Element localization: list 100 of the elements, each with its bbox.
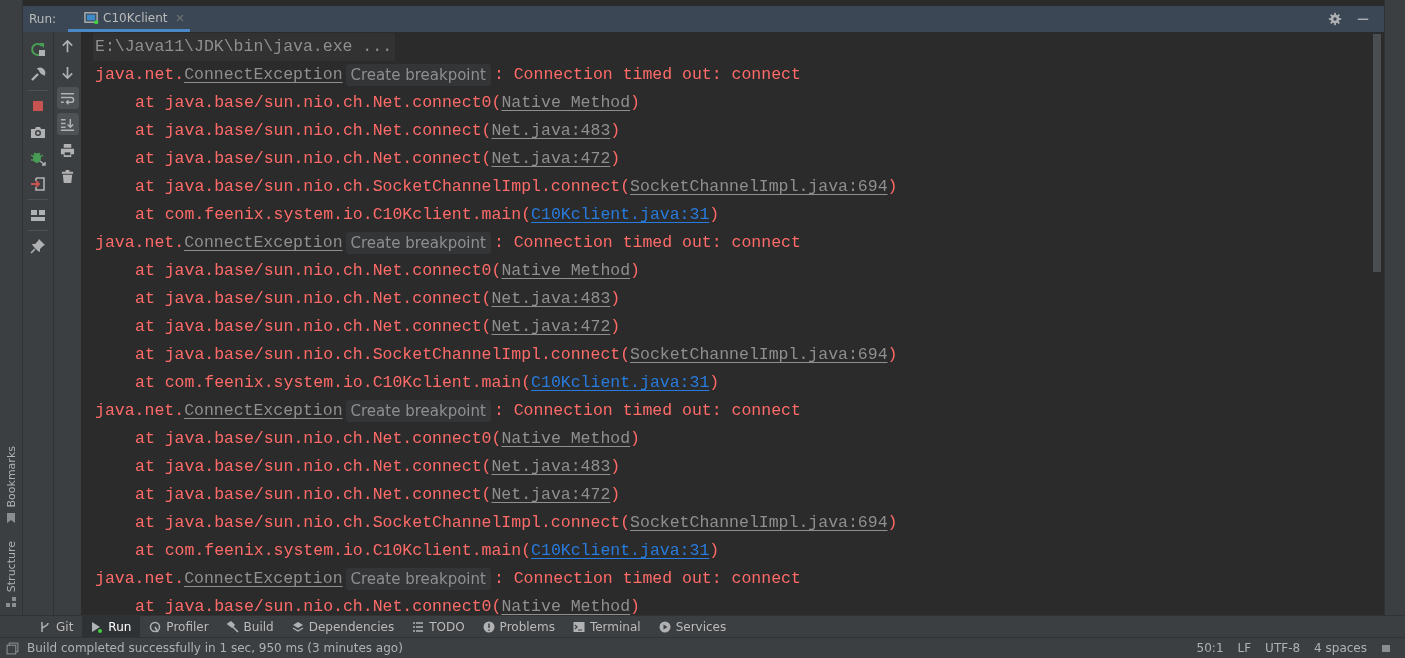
down-arrow-icon <box>60 64 75 80</box>
stack-frame-text: at java.base/sun.nio.ch.Net.connect( <box>135 316 492 338</box>
stack-frame-text: at java.base/sun.nio.ch.Net.connect0( <box>135 428 502 450</box>
settings-icon[interactable] <box>1328 12 1342 26</box>
status-item[interactable]: 50:1 <box>1196 641 1224 655</box>
scroll-to-end-icon <box>60 116 75 132</box>
source-link[interactable]: SocketChannelImpl.java:694 <box>630 341 888 369</box>
source-link[interactable]: Net.java:472 <box>491 145 611 173</box>
stack-frame-text: ) <box>709 540 720 562</box>
exception-link[interactable]: ConnectException <box>184 229 343 257</box>
status-item[interactable]: 4 spaces <box>1314 641 1367 655</box>
stack-frame-text: ) <box>887 176 898 198</box>
stack-frame-text: ) <box>630 428 640 450</box>
create-breakpoint-button[interactable]: Create breakpoint <box>345 400 491 422</box>
stack-frame-text: ) <box>610 288 621 310</box>
profiler-icon <box>149 620 162 633</box>
status-item[interactable]: LF <box>1237 641 1252 655</box>
list-icon <box>412 620 425 633</box>
stack-frame-text: at java.base/sun.nio.ch.Net.connect( <box>135 484 492 506</box>
exit-icon[interactable] <box>30 176 46 192</box>
tool-window-tab[interactable]: TODO <box>403 616 474 637</box>
stack-frame-text: ) <box>610 484 621 506</box>
structure-icon <box>6 597 16 607</box>
source-link[interactable]: SocketChannelImpl.java:694 <box>630 173 888 201</box>
bookmark-icon <box>6 512 16 523</box>
console-icon <box>84 10 100 25</box>
tool-window-tab[interactable]: Git <box>30 616 83 637</box>
exception-link[interactable]: ConnectException <box>184 61 343 89</box>
source-link[interactable]: C10Kclient.java:31 <box>531 537 710 565</box>
stack-frame-text: at com.feenix.system.io.C10Kclient.main( <box>135 540 532 562</box>
stack-frame-text: ) <box>630 92 640 114</box>
layout-icon[interactable] <box>30 207 46 223</box>
print-icon <box>60 142 75 158</box>
exception-text: java.net. <box>95 400 185 422</box>
source-link[interactable]: C10Kclient.java:31 <box>531 201 710 229</box>
toolbar-toggle[interactable] <box>56 113 79 135</box>
camera-icon[interactable] <box>30 124 46 140</box>
rerun-icon[interactable] <box>30 41 46 57</box>
source-link[interactable]: Net.java:472 <box>491 481 611 509</box>
side-tab[interactable]: Structure <box>0 540 22 607</box>
hammer-icon <box>226 620 239 633</box>
stack-frame-text: at java.base/sun.nio.ch.SocketChannelImpl.connect( <box>135 512 631 534</box>
stack-frame-text: ) <box>887 512 898 534</box>
source-link[interactable]: Native Method <box>501 89 631 117</box>
stack-frame-text: ) <box>610 120 621 142</box>
tool-window-tab[interactable]: Build <box>217 616 283 637</box>
source-link[interactable]: Net.java:483 <box>491 285 611 313</box>
stop-icon[interactable] <box>30 98 46 114</box>
play-icon <box>91 620 104 633</box>
pin-icon[interactable] <box>30 238 46 254</box>
stack-frame-text: ) <box>709 204 720 226</box>
toolbar-toggle[interactable] <box>56 87 79 109</box>
source-link[interactable]: Net.java:483 <box>491 117 611 145</box>
scrollbar-thumb[interactable] <box>1373 34 1381 272</box>
bug-icon[interactable] <box>30 150 46 166</box>
create-breakpoint-button[interactable]: Create breakpoint <box>345 64 491 86</box>
source-link[interactable]: Native Method <box>501 425 631 453</box>
soft-wrap-icon <box>60 90 75 106</box>
exception-message: : Connection timed out: connect <box>493 64 801 86</box>
source-link[interactable]: Native Method <box>501 257 631 285</box>
stack-frame-text: at java.base/sun.nio.ch.Net.connect( <box>135 120 492 142</box>
exception-text: java.net. <box>95 232 185 254</box>
exception-message: : Connection timed out: connect <box>493 568 801 590</box>
window-icon[interactable] <box>6 641 19 655</box>
trash-icon <box>60 168 75 184</box>
stack-frame-text: ) <box>610 316 621 338</box>
stack-frame-text: at java.base/sun.nio.ch.SocketChannelImpl.connect( <box>135 344 631 366</box>
status-item[interactable]: UTF-8 <box>1265 641 1301 655</box>
branch-icon <box>39 620 51 633</box>
stack-frame-text: at java.base/sun.nio.ch.SocketChannelImpl.connect( <box>135 176 631 198</box>
up-arrow-icon <box>60 38 75 54</box>
panel-label: Run: <box>28 12 58 26</box>
side-tab[interactable]: Bookmarks <box>0 446 22 523</box>
tool-window-tab[interactable]: Profiler <box>140 616 218 637</box>
exception-link[interactable]: ConnectException <box>184 565 343 593</box>
source-link[interactable]: Net.java:472 <box>491 313 611 341</box>
stack-frame-text: ) <box>610 148 621 170</box>
source-link[interactable]: C10Kclient.java:31 <box>531 369 710 397</box>
source-link[interactable]: SocketChannelImpl.java:694 <box>630 509 888 537</box>
tool-window-tab[interactable]: Terminal <box>563 616 650 637</box>
services-icon <box>658 620 671 633</box>
exception-text: java.net. <box>95 568 185 590</box>
stack-frame-text: at java.base/sun.nio.ch.Net.connect( <box>135 456 492 478</box>
layers-icon <box>291 620 304 633</box>
source-link[interactable]: Native Method <box>501 593 631 615</box>
tool-window-tab[interactable]: Services <box>649 616 736 637</box>
exception-message: : Connection timed out: connect <box>493 232 801 254</box>
stack-frame-text: at com.feenix.system.io.C10Kclient.main( <box>135 372 532 394</box>
source-link[interactable]: Net.java:483 <box>491 453 611 481</box>
tool-window-tab[interactable]: Problems <box>473 616 564 637</box>
create-breakpoint-button[interactable]: Create breakpoint <box>345 232 491 254</box>
tool-window-tab[interactable]: Dependencies <box>282 616 404 637</box>
tool-window-tab[interactable]: Run <box>82 616 141 637</box>
stack-frame-text: at java.base/sun.nio.ch.Net.connect0( <box>135 92 502 114</box>
exception-text: java.net. <box>95 64 185 86</box>
warning-icon <box>482 620 495 633</box>
exception-link[interactable]: ConnectException <box>184 397 343 425</box>
stack-frame-text: ) <box>709 372 720 394</box>
create-breakpoint-button[interactable]: Create breakpoint <box>345 568 491 590</box>
status-message: Build completed successfully in 1 sec, 950 ms (3 minutes ago) <box>27 641 403 655</box>
